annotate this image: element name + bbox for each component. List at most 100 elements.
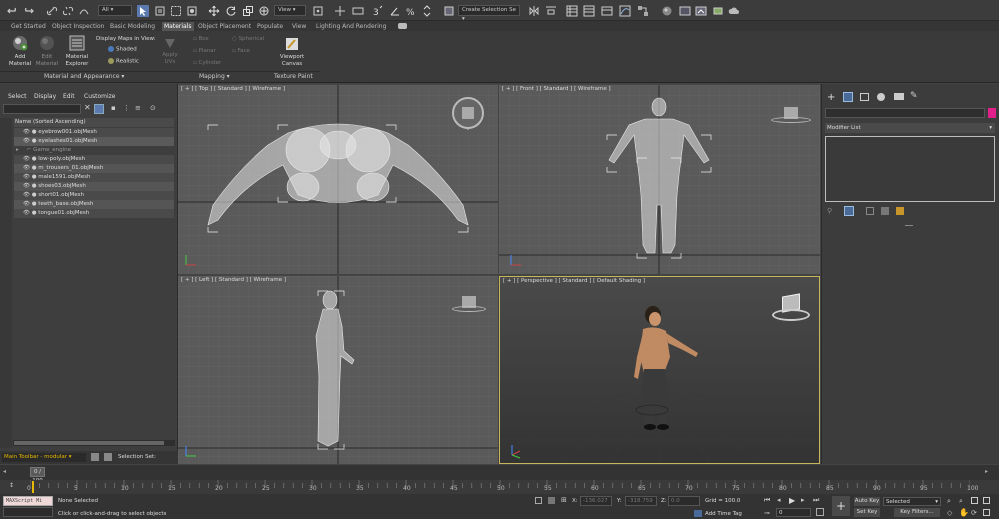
display-tab-icon[interactable] [894, 93, 904, 100]
list-item[interactable]: 👁 ● male1591.objMesh [14, 173, 174, 182]
viewport-canvas-button[interactable]: Viewport Canvas [278, 36, 306, 68]
tab-object-inspection[interactable]: Object Inspection [52, 22, 104, 31]
key-mode-icon[interactable]: ⊸ [764, 509, 770, 517]
viewcube-icon[interactable] [771, 107, 811, 125]
tab-view[interactable]: View [292, 22, 306, 31]
select-manipulate-icon[interactable] [334, 5, 346, 17]
ribbon-toggle-icon[interactable] [601, 5, 613, 17]
box-mapping-option[interactable]: ▫ Box [193, 36, 209, 42]
planar-mapping-option[interactable]: ▫ Planar [193, 48, 216, 54]
zoom-extents-icon[interactable] [971, 497, 978, 504]
edit-named-selection-icon[interactable] [443, 5, 455, 17]
current-frame-field[interactable]: 0 [776, 508, 811, 517]
snap-toggle-icon[interactable]: 3 [372, 5, 384, 18]
viewcube-icon[interactable] [772, 293, 810, 325]
tab-object-placement[interactable]: Object Placement [198, 22, 251, 31]
go-to-start-icon[interactable]: ⏮ [764, 496, 770, 505]
display-options-icon[interactable]: ⊙ [150, 104, 156, 112]
schematic-view-icon[interactable] [637, 5, 649, 17]
auto-key-button[interactable]: Auto Key [854, 497, 880, 506]
render-setup-icon[interactable] [679, 5, 691, 17]
previous-frame-icon[interactable]: ◂ [777, 496, 781, 504]
viewcube-ring[interactable] [452, 306, 486, 312]
remove-modifier-icon[interactable] [881, 207, 889, 215]
percent-snap-icon[interactable]: % [405, 5, 417, 18]
list-item[interactable]: 👁 ● teeth_base.objMesh [14, 200, 174, 209]
viewcube-face[interactable] [462, 107, 474, 119]
go-to-end-icon[interactable]: ⏭ [813, 496, 819, 505]
bind-space-warp-icon[interactable] [78, 5, 90, 17]
next-frame-icon[interactable]: ▸ [801, 496, 805, 504]
isolate-selection-icon[interactable] [535, 497, 542, 504]
move-icon[interactable] [208, 5, 220, 17]
time-configuration-icon[interactable] [816, 508, 824, 516]
viewport-label-front[interactable]: [ + ] [ Front ] [ Standard ] [ Wireframe… [502, 86, 611, 92]
motion-tab-icon[interactable] [877, 93, 885, 101]
layer-explorer-icon[interactable] [583, 5, 595, 17]
zoom-extents-all-icon[interactable] [983, 497, 990, 504]
configure-modifier-sets-icon[interactable] [896, 207, 904, 215]
maximize-viewport-icon[interactable] [983, 509, 990, 516]
orbit-icon[interactable]: ⟳ [971, 509, 977, 517]
hierarchy-icon[interactable]: ≡ [135, 104, 141, 112]
tab-get-started[interactable]: Get Started [11, 22, 46, 31]
add-time-tag-button[interactable]: Add Time Tag [705, 511, 742, 517]
viewport-label-top[interactable]: [ + ] [ Top ] [ Standard ] [ Wireframe ] [181, 86, 285, 92]
hierarchy-tab-icon[interactable] [860, 93, 869, 101]
maxscript-output[interactable] [3, 507, 53, 517]
selection-set-icon[interactable] [104, 453, 112, 461]
cylinder-mapping-option[interactable]: ▫ Cylinder [193, 60, 221, 66]
play-icon[interactable]: ▶ [789, 496, 795, 505]
keyboard-shortcut-icon[interactable] [352, 5, 364, 17]
scene-search-input[interactable] [3, 104, 81, 114]
scene-explorer-toggle-icon[interactable] [566, 5, 578, 17]
time-slider-next-icon[interactable]: ▸ [985, 468, 988, 475]
select-by-name-icon[interactable] [154, 5, 166, 17]
window-crossing-icon[interactable] [186, 5, 198, 17]
modifier-stack[interactable] [825, 136, 995, 202]
list-item[interactable]: 👁 ● m_trousers_01.objMesh [14, 164, 174, 173]
scene-menu-edit[interactable]: Edit [63, 93, 75, 100]
viewport-front[interactable]: [ + ] [ Front ] [ Standard ] [ Wireframe… [499, 85, 820, 274]
modify-tab-icon[interactable] [843, 92, 853, 102]
eye-icon[interactable]: 👁 [23, 174, 30, 180]
time-slider[interactable]: 0 / 100 [30, 467, 45, 484]
apply-uvs-button[interactable]: Apply UVs [160, 36, 180, 66]
reference-coordinate-dropdown[interactable]: View ▾ [274, 5, 306, 16]
create-tab-icon[interactable]: + [827, 92, 835, 103]
zoom-icon[interactable]: ⌕ [947, 497, 951, 506]
eye-icon[interactable]: 👁 [23, 210, 30, 216]
material-appearance-group-label[interactable]: Material and Appearance ▾ [44, 73, 124, 80]
viewport-left[interactable]: [ + ] [ Left ] [ Standard ] [ Wireframe … [178, 276, 498, 464]
render-production-icon[interactable] [712, 5, 724, 17]
viewport-perspective[interactable]: [ + ] [ Perspective ] [ Standard ] [ Def… [499, 276, 820, 464]
show-end-result-icon[interactable] [844, 206, 854, 216]
filter-toggle-icon[interactable] [94, 104, 104, 114]
viewcube-ring[interactable] [771, 117, 811, 123]
viewcube-ring[interactable] [772, 309, 810, 321]
edit-material-button[interactable]: Edit Material [34, 34, 60, 70]
clear-search-icon[interactable]: ✕ [84, 103, 91, 112]
unlink-icon[interactable] [62, 5, 74, 17]
shaded-option[interactable]: Shaded [108, 46, 137, 53]
zoom-all-icon[interactable]: ⌕ [959, 497, 963, 506]
z-coordinate-field[interactable]: 0.0 [668, 496, 700, 506]
pivot-center-icon[interactable] [312, 5, 324, 17]
list-item[interactable]: 👁 ● shoes03.objMesh [14, 182, 174, 191]
link-icon[interactable] [46, 5, 58, 17]
viewcube-icon[interactable] [452, 296, 486, 314]
selection-filter-dropdown[interactable]: All ▾ [98, 5, 132, 16]
realistic-option[interactable]: Realistic [108, 58, 139, 65]
list-item[interactable]: 👁 ● short01.objMesh [14, 191, 174, 200]
add-time-tag-icon[interactable] [694, 510, 702, 517]
make-unique-icon[interactable] [866, 207, 874, 215]
time-slider-prev-icon[interactable]: ◂ [3, 468, 6, 475]
mapping-group-label[interactable]: Mapping ▾ [199, 73, 230, 80]
viewport-top[interactable]: [ + ] [ Top ] [ Standard ] [ Wireframe ] [178, 85, 498, 274]
object-name-field[interactable] [825, 108, 985, 118]
rectangular-selection-icon[interactable] [170, 5, 182, 17]
lock-icon[interactable]: ▪ [111, 104, 116, 112]
list-item[interactable]: 👁 ● eyelashes01.objMesh [14, 137, 174, 146]
scene-menu-customize[interactable]: Customize [84, 93, 116, 100]
material-editor-icon[interactable] [661, 5, 673, 17]
